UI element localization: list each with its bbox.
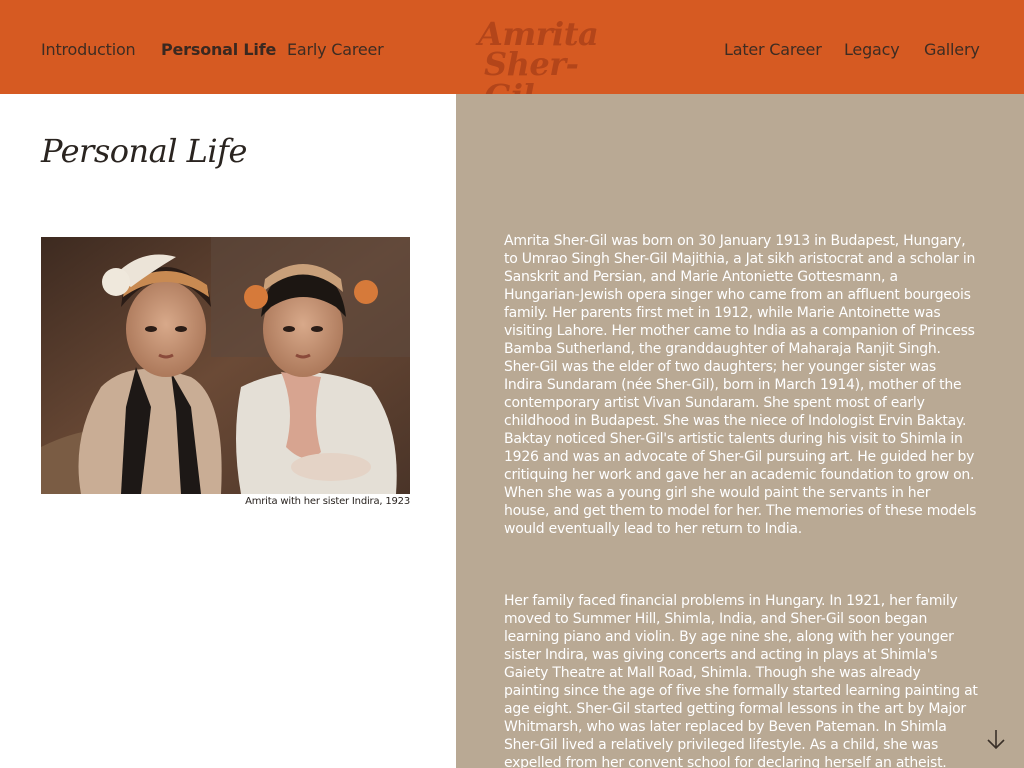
nav-introduction[interactable]: Introduction [41, 40, 136, 59]
top-navigation-bar: Introduction Personal Life Early Career … [0, 0, 1024, 112]
nav-early-career[interactable]: Early Career [287, 40, 384, 59]
biography-panel: Amrita Sher-Gil was born on 30 January 1… [456, 94, 1024, 768]
nav-personal-life[interactable]: Personal Life [161, 40, 276, 59]
nav-legacy[interactable]: Legacy [844, 40, 900, 59]
nav-gallery[interactable]: Gallery [924, 40, 980, 59]
nav-later-career[interactable]: Later Career [724, 40, 822, 59]
biography-paragraph-2: Her family faced financial problems in H… [504, 593, 978, 768]
photo-caption: Amrita with her sister Indira, 1923 [245, 496, 410, 507]
page-title: Personal Life [41, 132, 247, 170]
sisters-photo [41, 237, 410, 494]
left-pane: Personal Life Amrita with her sister Ind… [0, 94, 456, 768]
biography-paragraph-1: Amrita Sher-Gil was born on 30 January 1… [504, 233, 977, 537]
site-logo[interactable]: Amrita Sher-Gil [460, 16, 620, 112]
arrow-down-icon[interactable] [983, 727, 1009, 753]
